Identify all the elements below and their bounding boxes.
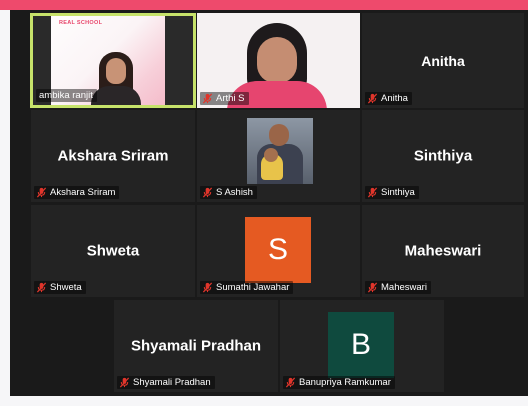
brand-watermark: REAL SCHOOL (59, 20, 103, 26)
participant-center-name: Shyamali Pradhan (130, 337, 262, 355)
participant-name: Akshara Sriram (50, 187, 116, 198)
mic-muted-icon (36, 187, 47, 198)
avatar: S (245, 217, 311, 283)
participant-center-name: Shweta (86, 242, 140, 260)
mic-muted-icon (202, 187, 213, 198)
participant-name-label: Sinthiya (365, 186, 419, 199)
participant-name-label: Maheswari (365, 281, 431, 294)
participant-name-label: Shweta (34, 281, 86, 294)
participant-name-label: Shyamali Pradhan (117, 376, 215, 389)
participant-tile-anitha[interactable]: Anitha Anitha (362, 13, 524, 108)
participant-name: Sinthiya (381, 187, 415, 198)
mic-muted-icon (285, 377, 296, 388)
participant-tile-banupriya[interactable]: B Banupriya Ramkumar (280, 300, 444, 392)
video-gallery: REAL SCHOOL ambika ranjit Arthi S Anitha… (10, 10, 528, 396)
participant-name-label: ambika ranjit (36, 89, 97, 102)
participant-center-name: Akshara Sriram (57, 147, 169, 165)
bottom-margin (0, 396, 528, 406)
participant-tile-arthi[interactable]: Arthi S (197, 13, 360, 108)
participant-tile-shweta[interactable]: Shweta Shweta (31, 205, 195, 297)
participant-name: Shweta (50, 282, 82, 293)
participant-tile-sinthiya[interactable]: Sinthiya Sinthiya (362, 110, 524, 202)
participant-name-label: Anitha (365, 92, 412, 105)
participant-tile-ambika[interactable]: REAL SCHOOL ambika ranjit (30, 13, 196, 108)
participant-name-label: Arthi S (200, 92, 249, 105)
mic-muted-icon (36, 282, 47, 293)
participant-name: Arthi S (216, 93, 245, 104)
participant-tile-akshara[interactable]: Akshara Sriram Akshara Sriram (31, 110, 195, 202)
mic-muted-icon (367, 282, 378, 293)
mic-muted-icon (367, 187, 378, 198)
participant-name-label: Banupriya Ramkumar (283, 376, 395, 389)
participant-tile-shyamali[interactable]: Shyamali Pradhan Shyamali Pradhan (114, 300, 278, 392)
participant-tile-sumathi[interactable]: S Sumathi Jawahar (197, 205, 360, 297)
participant-tile-ashish[interactable]: S Ashish (197, 110, 360, 202)
participant-name: Shyamali Pradhan (133, 377, 211, 388)
mic-muted-icon (119, 377, 130, 388)
top-accent-bar (0, 0, 528, 10)
mic-muted-icon (367, 93, 378, 104)
mic-muted-icon (202, 282, 213, 293)
participant-center-name: Anitha (421, 52, 465, 69)
participant-tile-maheswari[interactable]: Maheswari Maheswari (362, 205, 524, 297)
participant-center-name: Sinthiya (413, 147, 473, 165)
participant-name: Sumathi Jawahar (216, 282, 290, 293)
participant-name-label: S Ashish (200, 186, 257, 199)
avatar: B (328, 312, 394, 378)
participant-name-label: Akshara Sriram (34, 186, 120, 199)
participant-name: Maheswari (381, 282, 427, 293)
participant-name: Banupriya Ramkumar (299, 377, 391, 388)
participant-name: S Ashish (216, 187, 253, 198)
mic-muted-icon (202, 93, 213, 104)
participant-name: Anitha (381, 93, 408, 104)
participant-name: ambika ranjit (39, 90, 93, 101)
participant-center-name: Maheswari (404, 242, 482, 260)
profile-photo (247, 118, 313, 184)
left-margin (0, 10, 10, 406)
participant-name-label: Sumathi Jawahar (200, 281, 294, 294)
